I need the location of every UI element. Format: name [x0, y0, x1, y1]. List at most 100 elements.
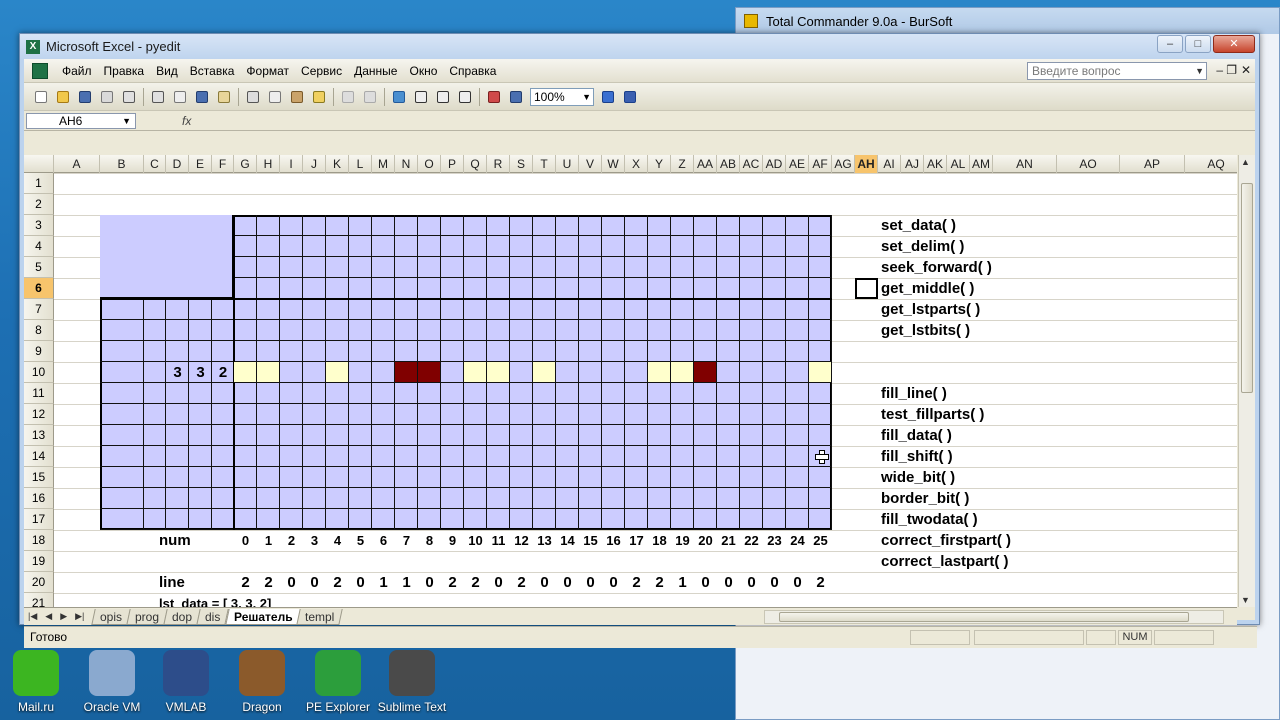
puzzle-cell[interactable]	[671, 467, 694, 488]
puzzle-cell[interactable]	[625, 425, 648, 446]
puzzle-cell[interactable]	[786, 236, 809, 257]
puzzle-cell[interactable]	[144, 509, 166, 530]
puzzle-cell[interactable]	[372, 404, 395, 425]
puzzle-cell[interactable]	[625, 236, 648, 257]
puzzle-cell[interactable]	[763, 446, 786, 467]
puzzle-cell[interactable]	[212, 299, 234, 320]
column-header[interactable]: AJ	[901, 155, 924, 173]
puzzle-cell[interactable]	[257, 236, 280, 257]
puzzle-cell[interactable]	[349, 467, 372, 488]
column-header[interactable]: AF	[809, 155, 832, 173]
puzzle-cell[interactable]	[234, 236, 257, 257]
puzzle-cell[interactable]	[487, 236, 510, 257]
puzzle-cell[interactable]	[625, 362, 648, 383]
column-header[interactable]: L	[349, 155, 372, 173]
puzzle-cell[interactable]	[556, 257, 579, 278]
row-header[interactable]: 1	[24, 173, 54, 194]
puzzle-cell[interactable]	[533, 467, 556, 488]
puzzle-cell[interactable]	[694, 467, 717, 488]
puzzle-cell[interactable]	[441, 257, 464, 278]
puzzle-cell[interactable]	[234, 320, 257, 341]
puzzle-cell[interactable]	[166, 320, 189, 341]
puzzle-cell[interactable]	[556, 467, 579, 488]
puzzle-cell[interactable]	[625, 320, 648, 341]
puzzle-cell[interactable]	[372, 425, 395, 446]
column-header[interactable]: U	[556, 155, 579, 173]
puzzle-cell[interactable]	[100, 446, 144, 467]
puzzle-cell[interactable]	[602, 383, 625, 404]
puzzle-cell[interactable]	[234, 278, 257, 299]
puzzle-cell[interactable]	[166, 425, 189, 446]
puzzle-cell[interactable]	[234, 488, 257, 509]
puzzle-cell[interactable]	[257, 215, 280, 236]
spelling-icon[interactable]	[192, 87, 212, 107]
puzzle-cell[interactable]	[464, 425, 487, 446]
puzzle-cell[interactable]	[441, 446, 464, 467]
puzzle-cell[interactable]	[395, 383, 418, 404]
puzzle-cell[interactable]	[212, 383, 234, 404]
puzzle-cell[interactable]	[418, 341, 441, 362]
puzzle-cell[interactable]	[510, 236, 533, 257]
column-header[interactable]: G	[234, 155, 257, 173]
puzzle-cell[interactable]	[510, 278, 533, 299]
print-icon[interactable]	[119, 87, 139, 107]
sheet-tab[interactable]: prog	[126, 608, 169, 625]
puzzle-cell[interactable]	[809, 383, 832, 404]
puzzle-cell[interactable]	[372, 278, 395, 299]
puzzle-cell[interactable]	[671, 404, 694, 425]
puzzle-cell[interactable]	[189, 299, 212, 320]
menu-item[interactable]: Сервис	[295, 60, 348, 82]
column-header[interactable]: AN	[993, 155, 1057, 173]
puzzle-cell[interactable]	[510, 299, 533, 320]
puzzle-cell[interactable]	[464, 320, 487, 341]
column-header[interactable]: AE	[786, 155, 809, 173]
puzzle-cell[interactable]	[602, 362, 625, 383]
puzzle-cell[interactable]	[671, 236, 694, 257]
column-header[interactable]: AD	[763, 155, 786, 173]
puzzle-cell[interactable]	[395, 425, 418, 446]
puzzle-cell[interactable]	[786, 215, 809, 236]
puzzle-cell[interactable]	[100, 488, 144, 509]
puzzle-cell[interactable]	[671, 383, 694, 404]
candidate-cell[interactable]	[464, 362, 487, 383]
puzzle-cell[interactable]	[602, 488, 625, 509]
puzzle-cell[interactable]	[372, 383, 395, 404]
puzzle-cell[interactable]	[441, 404, 464, 425]
puzzle-cell[interactable]	[717, 215, 740, 236]
puzzle-cell[interactable]	[418, 236, 441, 257]
puzzle-cell[interactable]	[786, 362, 809, 383]
chevron-down-icon[interactable]: ▼	[122, 114, 131, 128]
puzzle-cell[interactable]	[510, 257, 533, 278]
puzzle-cell[interactable]	[717, 446, 740, 467]
puzzle-cell[interactable]	[464, 299, 487, 320]
puzzle-cell[interactable]	[303, 257, 326, 278]
column-header[interactable]: AK	[924, 155, 947, 173]
puzzle-cell[interactable]	[717, 320, 740, 341]
puzzle-cell[interactable]	[786, 257, 809, 278]
active-cell[interactable]	[855, 278, 878, 299]
puzzle-cell[interactable]	[763, 383, 786, 404]
puzzle-cell[interactable]	[372, 257, 395, 278]
puzzle-cell[interactable]	[556, 320, 579, 341]
puzzle-cell[interactable]	[763, 257, 786, 278]
puzzle-cell[interactable]	[602, 446, 625, 467]
puzzle-cell[interactable]	[740, 215, 763, 236]
puzzle-cell[interactable]	[257, 467, 280, 488]
puzzle-cell[interactable]	[326, 383, 349, 404]
next-sheet-icon[interactable]: ▶	[60, 611, 67, 622]
puzzle-cell[interactable]	[166, 488, 189, 509]
puzzle-cell[interactable]	[166, 341, 189, 362]
sheet-tab[interactable]: opis	[91, 608, 132, 625]
puzzle-cell[interactable]	[189, 404, 212, 425]
puzzle-cell[interactable]	[717, 383, 740, 404]
puzzle-cell[interactable]	[441, 362, 464, 383]
puzzle-cell[interactable]	[510, 320, 533, 341]
puzzle-cell[interactable]	[786, 404, 809, 425]
puzzle-cell[interactable]	[372, 320, 395, 341]
puzzle-cell[interactable]	[487, 509, 510, 530]
puzzle-cell[interactable]	[809, 236, 832, 257]
puzzle-cell[interactable]	[280, 425, 303, 446]
puzzle-cell[interactable]	[579, 257, 602, 278]
puzzle-cell[interactable]	[740, 509, 763, 530]
first-sheet-icon[interactable]: |◀	[28, 611, 37, 622]
